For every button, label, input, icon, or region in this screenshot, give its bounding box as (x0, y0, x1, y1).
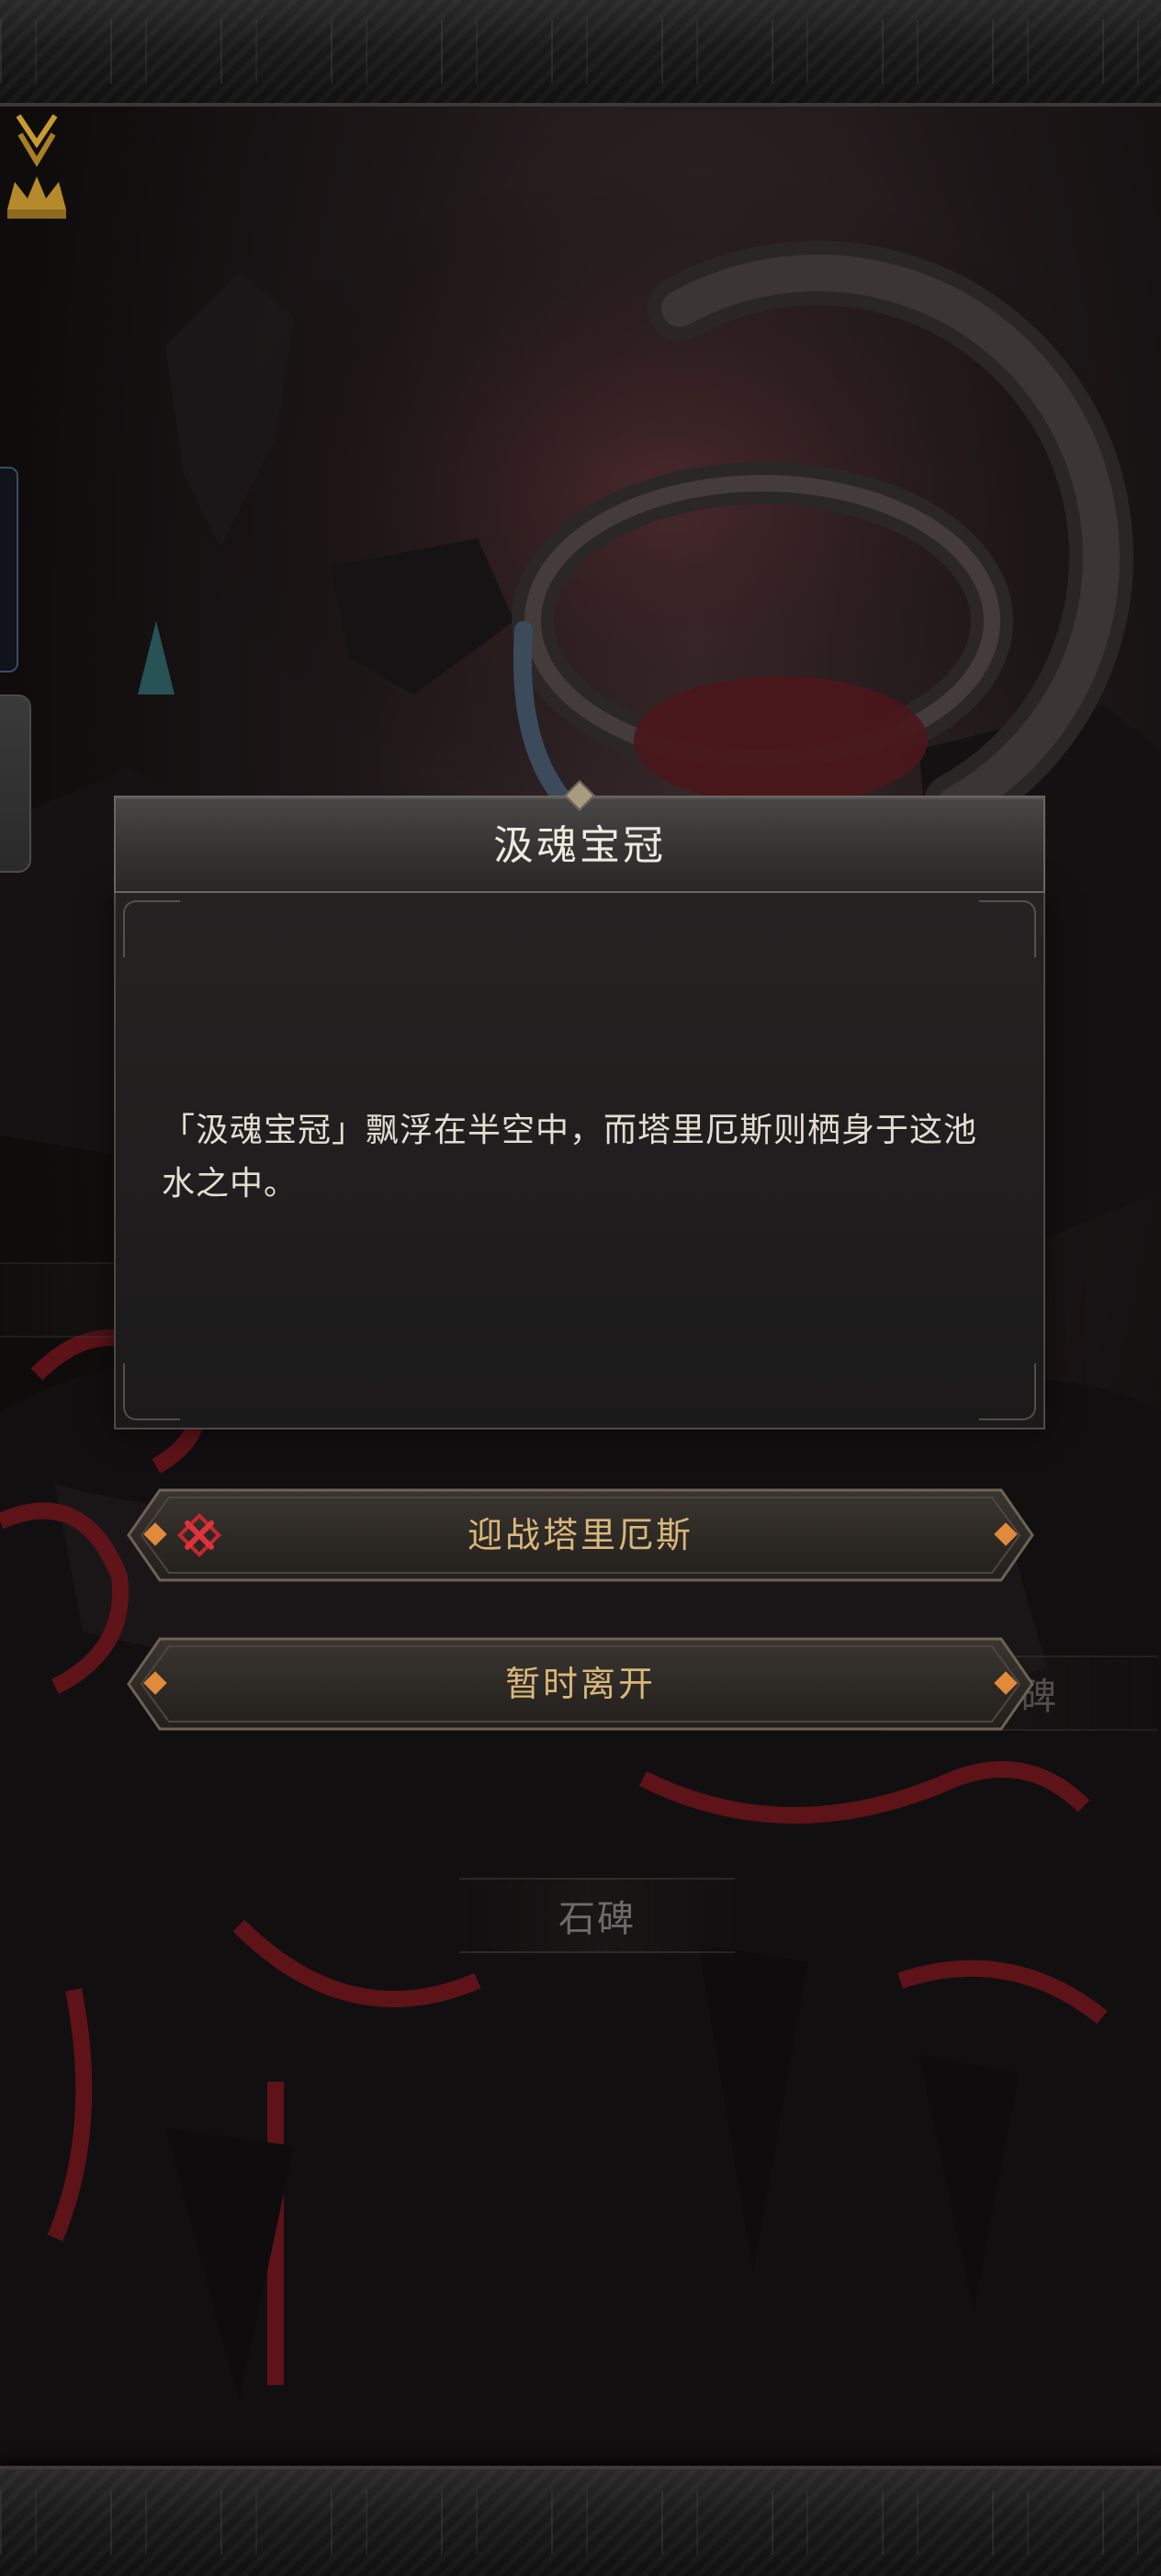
bottom-ornament-bar (0, 2466, 1161, 2576)
left-edge-tab-button[interactable] (0, 695, 31, 873)
dialog-body: 「汲魂宝冠」飘浮在半空中，而塔里厄斯则栖身于这池水之中。 (114, 893, 1045, 1429)
choice-fight-label: 迎战塔里厄斯 (467, 1515, 693, 1555)
bottom-ornament-pattern (0, 2491, 1161, 2555)
left-edge-panel[interactable] (0, 467, 18, 672)
event-dialog: 「汲魂宝冠」飘浮在半空中，而塔里厄斯则栖身于这池水之中。 汲魂宝冠 (114, 780, 1045, 1429)
corner-ornament (123, 900, 180, 957)
corner-ornament (123, 1363, 180, 1420)
choice-leave-button[interactable]: 暂时离开 (123, 1633, 1038, 1734)
scene-stone-label[interactable]: 石碑 (459, 1878, 735, 1953)
top-ornament-pattern (0, 19, 1161, 84)
corner-ornament (979, 900, 1036, 957)
dialog-title: 汲魂宝冠 (493, 822, 666, 869)
choice-fight-button[interactable]: 迎战塔里厄斯 (123, 1485, 1038, 1586)
choice-leave-label: 暂时离开 (504, 1664, 656, 1704)
top-ornament-bar (0, 0, 1161, 107)
crown-location-marker-icon[interactable] (0, 107, 73, 244)
corner-ornament (979, 1363, 1036, 1420)
dialog-description: 「汲魂宝冠」飘浮在半空中，而塔里厄斯则栖身于这池水之中。 (162, 1112, 978, 1203)
